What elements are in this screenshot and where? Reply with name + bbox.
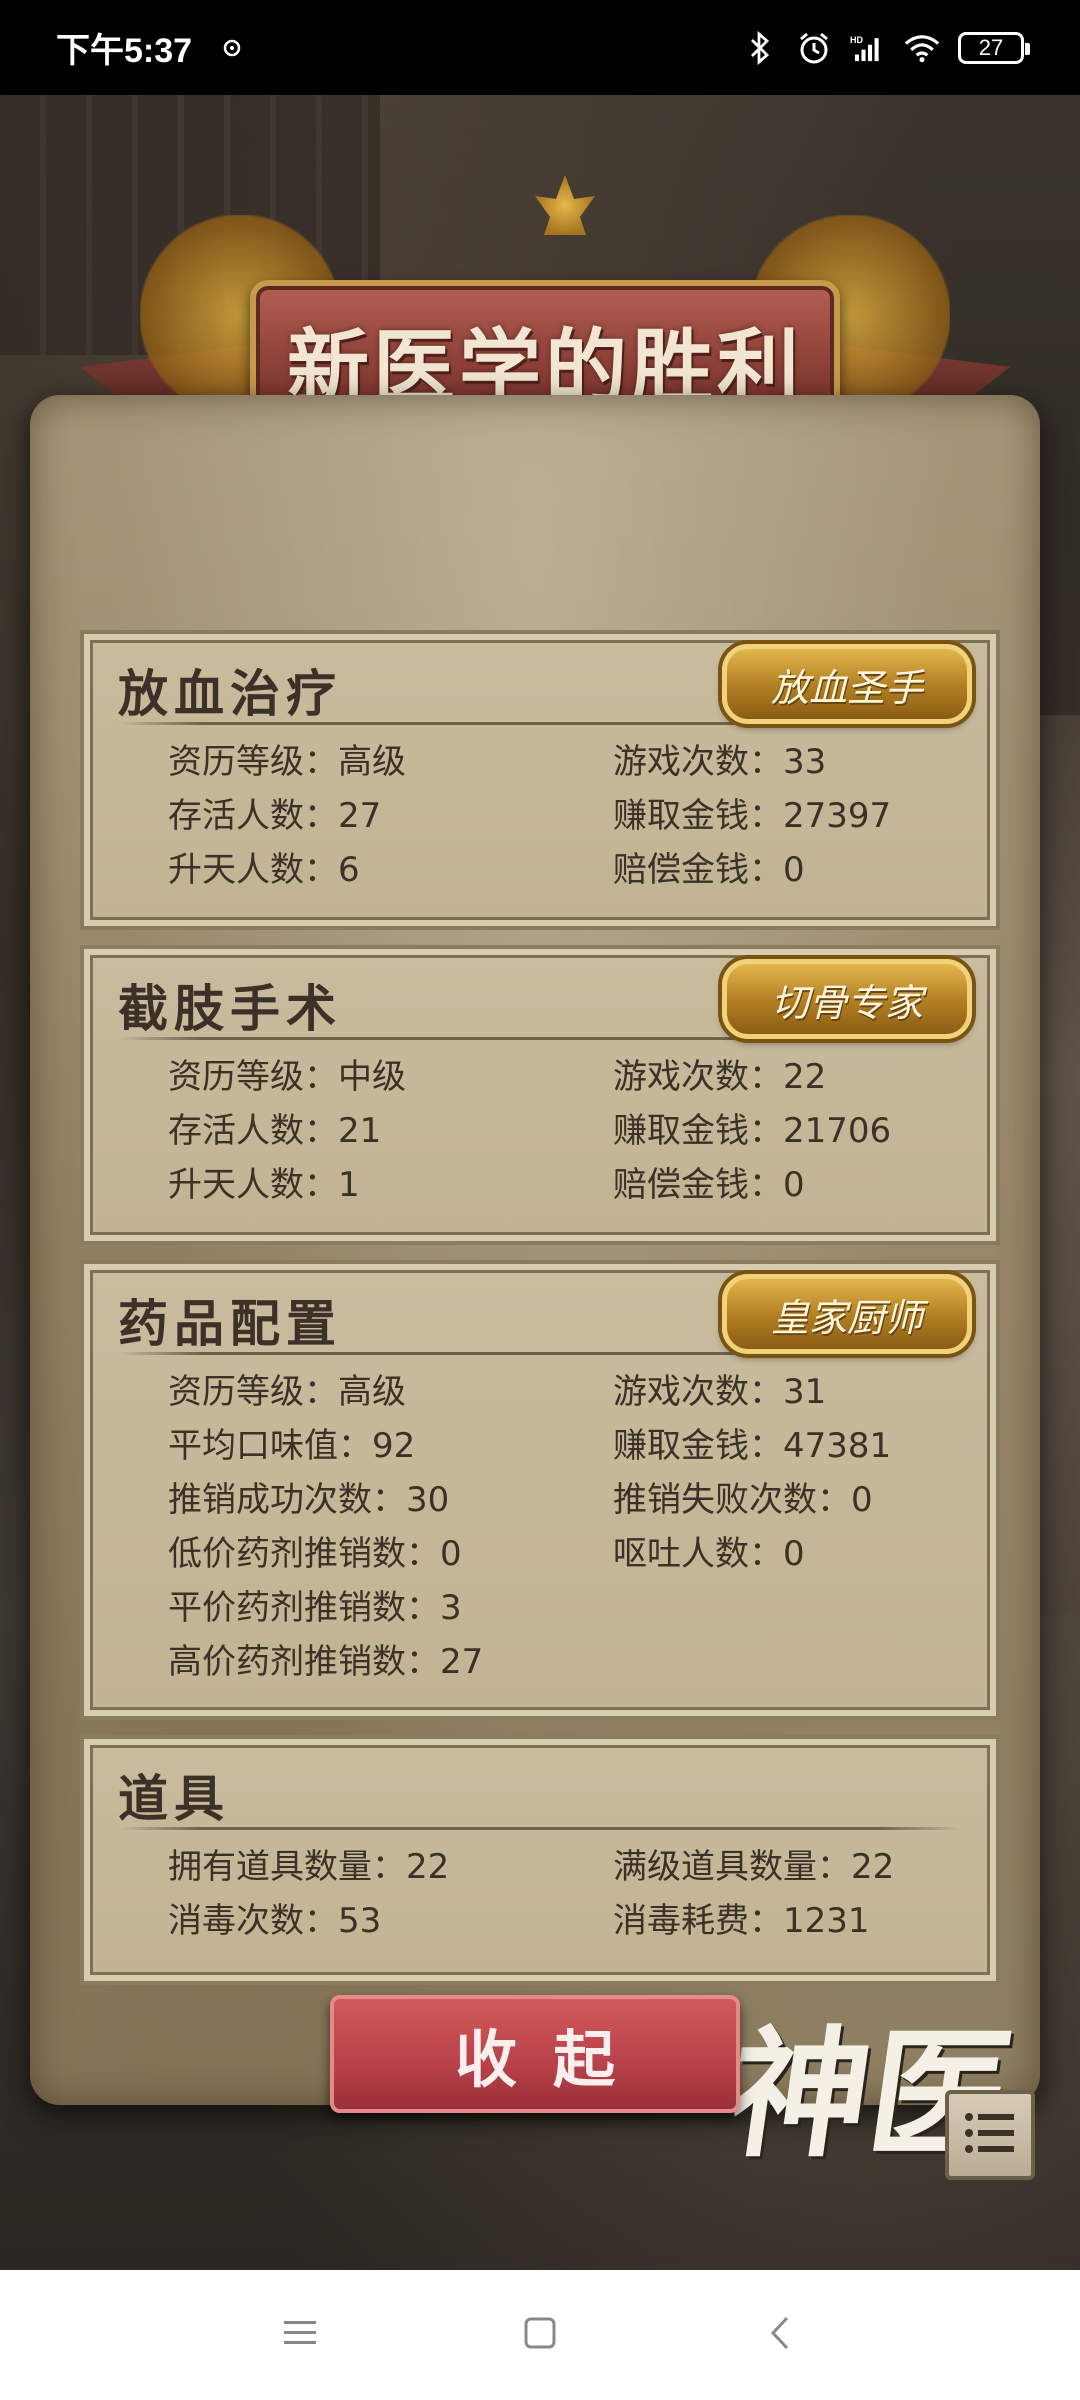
notification-icon xyxy=(214,30,250,66)
stat-item xyxy=(613,1642,976,1682)
stats-parchment[interactable]: 放血治疗 放血圣手 资历等级：高级 游戏次数：33 存活人数：27 赚取金钱：2… xyxy=(30,395,1040,2105)
panel-medicine: 药品配置 皇家厨师 资历等级：高级 游戏次数：31 平均口味值：92 赚取金钱：… xyxy=(80,1260,1000,1720)
nav-menu-button[interactable] xyxy=(270,2305,330,2365)
stat-item: 资历等级：中级 xyxy=(168,1057,406,1097)
stat-item: 存活人数：27 xyxy=(168,796,382,836)
crown-icon xyxy=(535,175,595,235)
stat-item: 平均口味值：92 xyxy=(168,1426,416,1466)
status-bar: 下午5:37 HD 27 xyxy=(0,0,1080,95)
divider xyxy=(118,1827,962,1830)
stat-item: 游戏次数：33 xyxy=(613,742,827,782)
game-screen: 新医学的胜利 放血治疗 放血圣手 资历等级：高级 游戏次数：33 存活人数：27… xyxy=(0,95,1080,2270)
stat-item: 高价药剂推销数：27 xyxy=(168,1642,484,1682)
battery-level: 27 xyxy=(978,34,1004,60)
stat-item: 低价药剂推销数：0 xyxy=(168,1534,462,1574)
list-menu-icon xyxy=(960,2105,1020,2165)
signal-hd-icon: HD xyxy=(850,30,886,66)
battery-icon: 27 xyxy=(958,31,1030,64)
alarm-icon xyxy=(796,30,832,66)
status-time: 下午5:37 xyxy=(56,32,193,70)
status-left: 下午5:37 xyxy=(56,23,250,72)
panel-title: 截肢手术 xyxy=(118,979,342,1038)
stat-item: 赔偿金钱：0 xyxy=(613,850,805,890)
stat-item: 游戏次数：31 xyxy=(613,1372,827,1412)
stat-item: 升天人数：6 xyxy=(168,850,360,890)
menu-icon xyxy=(282,2318,318,2352)
bluetooth-icon xyxy=(742,30,778,66)
nav-home-button[interactable] xyxy=(510,2305,570,2365)
stat-item: 平价药剂推销数：3 xyxy=(168,1588,462,1628)
stat-item: 消毒次数：53 xyxy=(168,1901,382,1941)
stat-item: 呕吐人数：0 xyxy=(613,1534,805,1574)
stat-item xyxy=(613,1588,976,1628)
title-badge: 皇家厨师 xyxy=(722,1274,972,1354)
panel-title: 道具 xyxy=(118,1769,230,1828)
stat-item: 消毒耗费：1231 xyxy=(613,1901,870,1941)
stat-item: 资历等级：高级 xyxy=(168,742,406,782)
home-icon xyxy=(523,2316,557,2354)
stat-item: 存活人数：21 xyxy=(168,1111,382,1151)
panel-title: 药品配置 xyxy=(118,1294,342,1353)
stat-item: 赔偿金钱：0 xyxy=(613,1165,805,1205)
system-nav-bar xyxy=(0,2270,1080,2400)
stat-item: 资历等级：高级 xyxy=(168,1372,406,1412)
stat-item: 拥有道具数量：22 xyxy=(168,1847,450,1887)
stat-item: 赚取金钱：27397 xyxy=(613,796,892,836)
stat-item: 推销失败次数：0 xyxy=(613,1480,873,1520)
stat-item: 满级道具数量：22 xyxy=(613,1847,895,1887)
stat-item: 升天人数：1 xyxy=(168,1165,360,1205)
status-right: HD 27 xyxy=(742,30,1030,66)
title-badge: 放血圣手 xyxy=(722,644,972,724)
panel-items: 道具 拥有道具数量：22 满级道具数量：22 消毒次数：53 消毒耗费：1231 xyxy=(80,1735,1000,1985)
back-icon xyxy=(768,2315,792,2355)
stats-grid: 资历等级：中级 游戏次数：22 存活人数：21 赚取金钱：21706 升天人数：… xyxy=(168,1057,976,1205)
stat-item: 游戏次数：22 xyxy=(613,1057,827,1097)
panel-bloodletting: 放血治疗 放血圣手 资历等级：高级 游戏次数：33 存活人数：27 赚取金钱：2… xyxy=(80,630,1000,930)
stat-item: 推销成功次数：30 xyxy=(168,1480,450,1520)
collapse-button[interactable]: 收起 xyxy=(330,1995,740,2113)
badge-label: 皇家厨师 xyxy=(770,1295,923,1340)
badge-label: 切骨专家 xyxy=(770,980,923,1025)
panel-title: 放血治疗 xyxy=(118,664,342,723)
stats-grid: 资历等级：高级 游戏次数：31 平均口味值：92 赚取金钱：47381 推销成功… xyxy=(168,1372,976,1682)
wifi-icon xyxy=(904,30,940,66)
collapse-button-label: 收起 xyxy=(454,2023,651,2096)
panel-amputation: 截肢手术 切骨专家 资历等级：中级 游戏次数：22 存活人数：21 赚取金钱：2… xyxy=(80,945,1000,1245)
nav-back-button[interactable] xyxy=(750,2305,810,2365)
stats-grid: 拥有道具数量：22 满级道具数量：22 消毒次数：53 消毒耗费：1231 xyxy=(168,1847,976,1941)
menu-button[interactable] xyxy=(945,2090,1035,2180)
badge-label: 放血圣手 xyxy=(770,665,923,710)
stats-grid: 资历等级：高级 游戏次数：33 存活人数：27 赚取金钱：27397 升天人数：… xyxy=(168,742,976,890)
stat-item: 赚取金钱：47381 xyxy=(613,1426,892,1466)
title-badge: 切骨专家 xyxy=(722,959,972,1039)
stat-item: 赚取金钱：21706 xyxy=(613,1111,892,1151)
svg-text:HD: HD xyxy=(850,35,863,45)
